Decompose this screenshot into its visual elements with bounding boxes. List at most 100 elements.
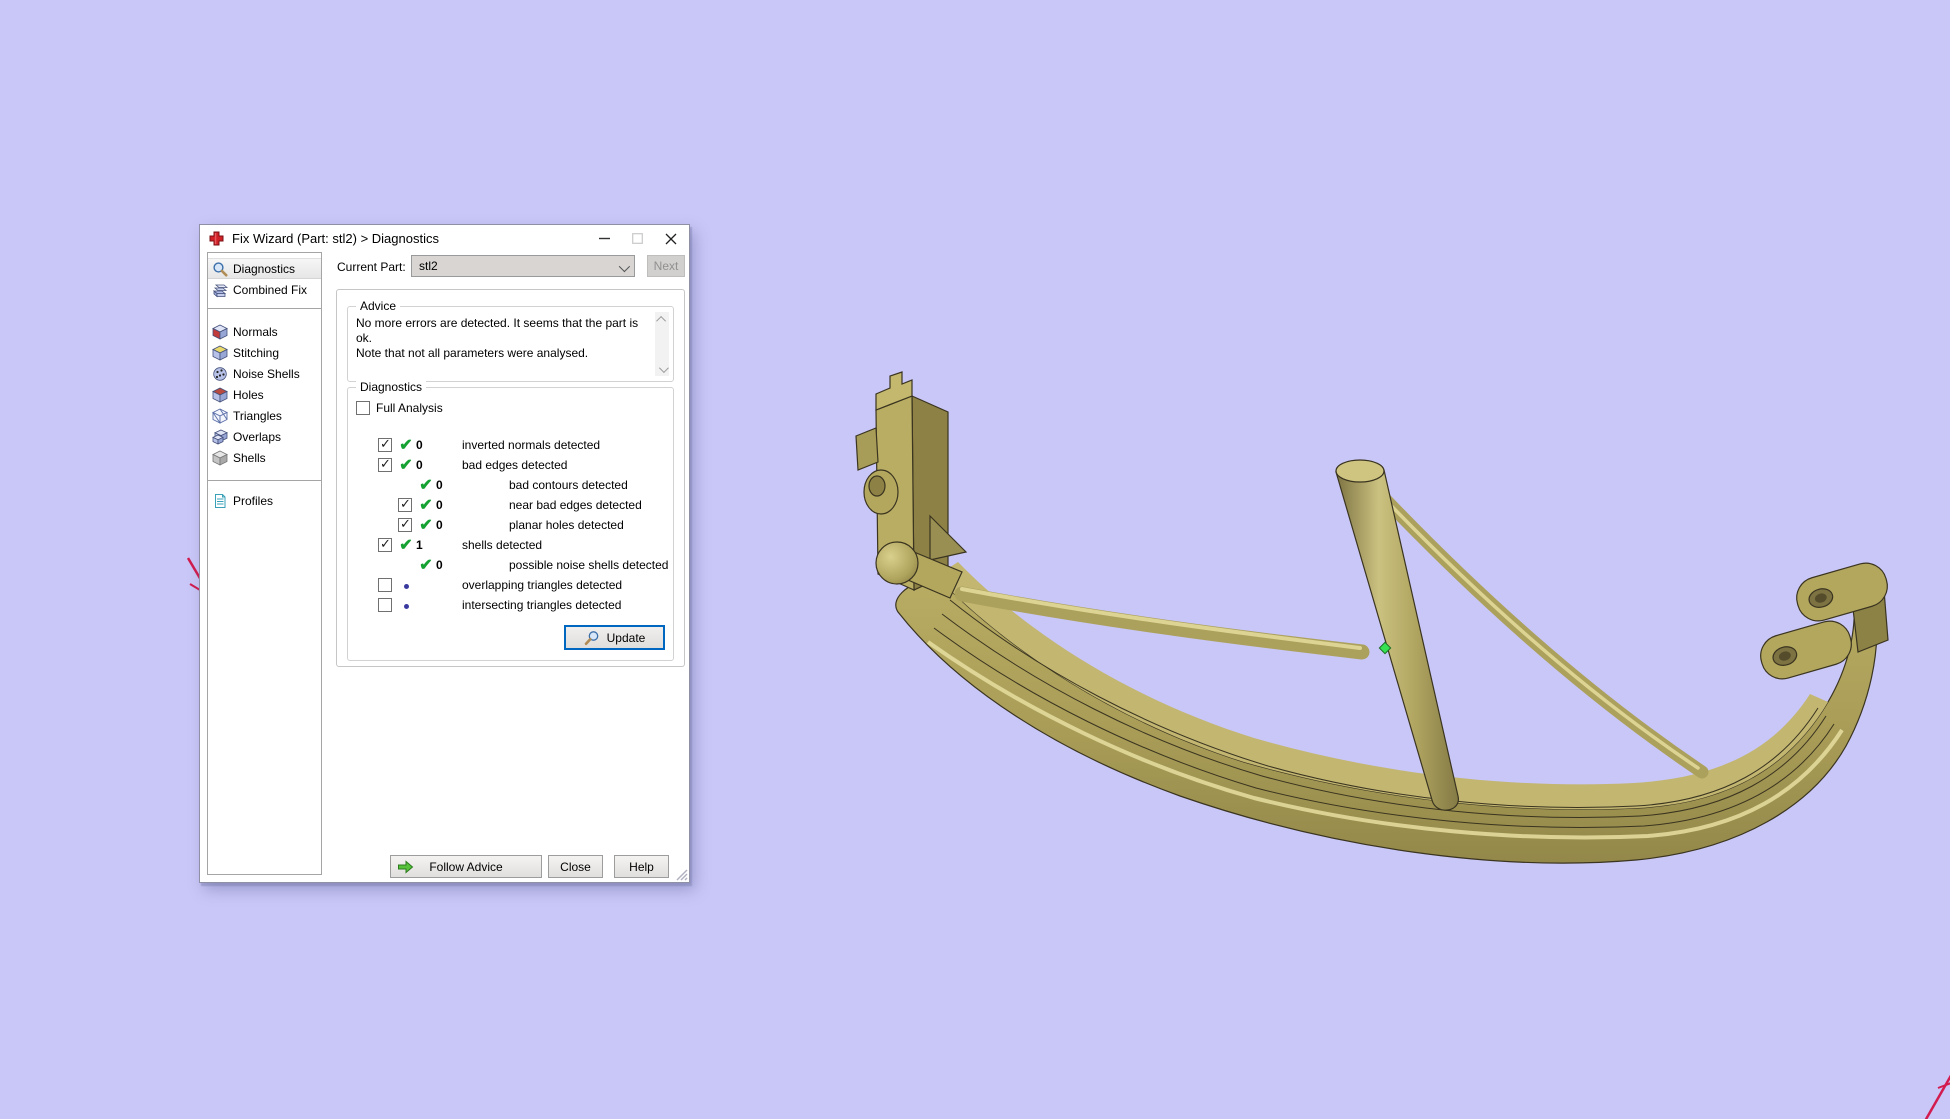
advice-text: No more errors are detected. It seems th… — [356, 316, 639, 360]
pending-dot-icon — [396, 578, 416, 592]
checkbox-bad-edges[interactable] — [378, 456, 392, 472]
chevron-down-icon — [658, 362, 669, 373]
row-count: 0 — [416, 458, 423, 472]
minimize-button[interactable] — [588, 225, 621, 252]
diagnostics-rows: 0 inverted normals detected 0 bad edges … — [348, 435, 673, 615]
fix-wizard-app-icon — [209, 231, 224, 246]
checkbox-near-bad-edges[interactable] — [398, 496, 412, 512]
sidebar-item-noise-shells[interactable]: Noise Shells — [208, 363, 321, 384]
diagnostic-row: 1 shells detected — [348, 535, 673, 555]
desktop-background: Fix Wizard (Part: stl2) > Diagnostics Di… — [0, 0, 1950, 1119]
checkbox-intersecting-triangles[interactable] — [378, 598, 392, 612]
sidebar-item-label: Overlaps — [233, 429, 282, 444]
sidebar-item-label: Combined Fix — [233, 282, 308, 297]
row-label: bad edges detected — [462, 458, 568, 472]
sidebar-item-label: Holes — [233, 387, 264, 402]
full-analysis-row: Full Analysis — [356, 401, 443, 415]
sidebar-item-diagnostics[interactable]: Diagnostics — [208, 258, 321, 279]
diagnostic-row: 0 inverted normals detected — [348, 435, 673, 455]
update-button[interactable]: Update — [564, 625, 665, 650]
sidebar-item-profiles[interactable]: Profiles — [208, 490, 321, 511]
close-icon — [665, 233, 676, 244]
gray-cube-icon — [212, 450, 228, 466]
diagnostic-row: intersecting triangles detected — [348, 595, 673, 615]
sidebar-separator — [208, 308, 321, 309]
sidebar-item-label: Shells — [233, 450, 266, 465]
ok-check-icon — [396, 455, 416, 475]
cube-yellow-top-icon — [212, 345, 228, 361]
ok-check-icon — [416, 515, 436, 535]
sidebar-item-holes[interactable]: Holes — [208, 384, 321, 405]
sidebar-item-label: Stitching — [233, 345, 280, 360]
wizard-main-panel: Advice No more errors are detected. It s… — [336, 289, 685, 667]
overlapping-cubes-icon — [212, 429, 228, 445]
maximize-button[interactable] — [621, 225, 654, 252]
sidebar-item-stitching[interactable]: Stitching — [208, 342, 321, 363]
advice-group: Advice No more errors are detected. It s… — [347, 299, 674, 382]
fix-wizard-dialog: Fix Wizard (Part: stl2) > Diagnostics Di… — [199, 224, 690, 883]
sidebar-separator — [208, 480, 321, 481]
checkbox-full-analysis[interactable] — [356, 401, 370, 415]
cube-red-side-icon — [212, 324, 228, 340]
model-left-bracket — [855, 371, 968, 599]
wizard-sidebar: Diagnostics Combined Fix Normals Stitchi… — [207, 252, 322, 875]
sidebar-item-label: Triangles — [233, 408, 282, 423]
scroll-up-button[interactable] — [655, 312, 669, 326]
full-analysis-label: Full Analysis — [376, 401, 443, 415]
row-label: inverted normals detected — [462, 438, 601, 452]
next-button[interactable]: Next — [647, 255, 685, 277]
row-count: 0 — [436, 498, 443, 512]
sidebar-item-label: Profiles — [233, 493, 274, 508]
chevron-up-icon — [655, 315, 666, 326]
cube-red-top-icon — [212, 387, 228, 403]
current-part-label: Current Part: — [337, 260, 406, 274]
diagnostic-row: 0 planar holes detected — [348, 515, 673, 535]
update-button-label: Update — [606, 630, 646, 645]
row-label: planar holes detected — [509, 518, 624, 532]
scroll-down-button[interactable] — [655, 362, 669, 376]
model-3d — [855, 371, 1889, 864]
dialog-title: Fix Wizard (Part: stl2) > Diagnostics — [232, 231, 439, 246]
sidebar-item-normals[interactable]: Normals — [208, 321, 321, 342]
row-label: overlapping triangles detected — [462, 578, 623, 592]
stacked-cubes-icon — [212, 284, 228, 297]
close-button-label: Close — [560, 859, 591, 874]
diagnostic-row: 0 possible noise shells detected — [348, 555, 673, 575]
sidebar-item-shells[interactable]: Shells — [208, 447, 321, 468]
current-part-select[interactable]: stl2 — [411, 255, 635, 277]
green-arrow-icon — [398, 860, 414, 874]
checkbox-planar-holes[interactable] — [398, 516, 412, 532]
wireframe-cube-icon — [212, 407, 228, 424]
sidebar-item-triangles[interactable]: Triangles — [208, 405, 321, 426]
row-label: possible noise shells detected — [509, 558, 669, 572]
maximize-icon — [632, 233, 643, 244]
follow-advice-label: Follow Advice — [429, 859, 503, 874]
diagnostics-group-title: Diagnostics — [356, 380, 427, 394]
close-dialog-button[interactable]: Close — [548, 855, 603, 878]
sidebar-item-combined-fix[interactable]: Combined Fix — [208, 279, 321, 300]
dialog-titlebar[interactable]: Fix Wizard (Part: stl2) > Diagnostics — [200, 225, 689, 252]
row-label: near bad edges detected — [509, 498, 642, 512]
next-button-label: Next — [653, 259, 679, 273]
checkbox-overlapping-triangles[interactable] — [378, 578, 392, 592]
diagnostics-group: Diagnostics Full Analysis 0 inverted nor… — [347, 380, 674, 661]
diagnostic-row: 0 bad edges detected — [348, 455, 673, 475]
ok-check-icon — [416, 555, 436, 575]
document-icon — [215, 493, 226, 508]
diagnostic-row: 0 near bad edges detected — [348, 495, 673, 515]
advice-scrollbar[interactable] — [655, 312, 669, 376]
checkbox-inverted-normals[interactable] — [378, 436, 392, 452]
sidebar-item-overlaps[interactable]: Overlaps — [208, 426, 321, 447]
chevron-down-icon — [618, 260, 631, 273]
help-button[interactable]: Help — [614, 855, 669, 878]
row-count: 0 — [436, 558, 443, 572]
ok-check-icon — [396, 535, 416, 555]
sidebar-item-label: Diagnostics — [233, 261, 296, 276]
magnifier-icon — [584, 630, 598, 645]
magnifier-icon — [213, 261, 228, 276]
follow-advice-button[interactable]: Follow Advice — [390, 855, 542, 878]
row-count: 0 — [436, 518, 443, 532]
resize-grip[interactable] — [674, 867, 688, 881]
close-button[interactable] — [654, 225, 687, 252]
checkbox-shells[interactable] — [378, 536, 392, 552]
